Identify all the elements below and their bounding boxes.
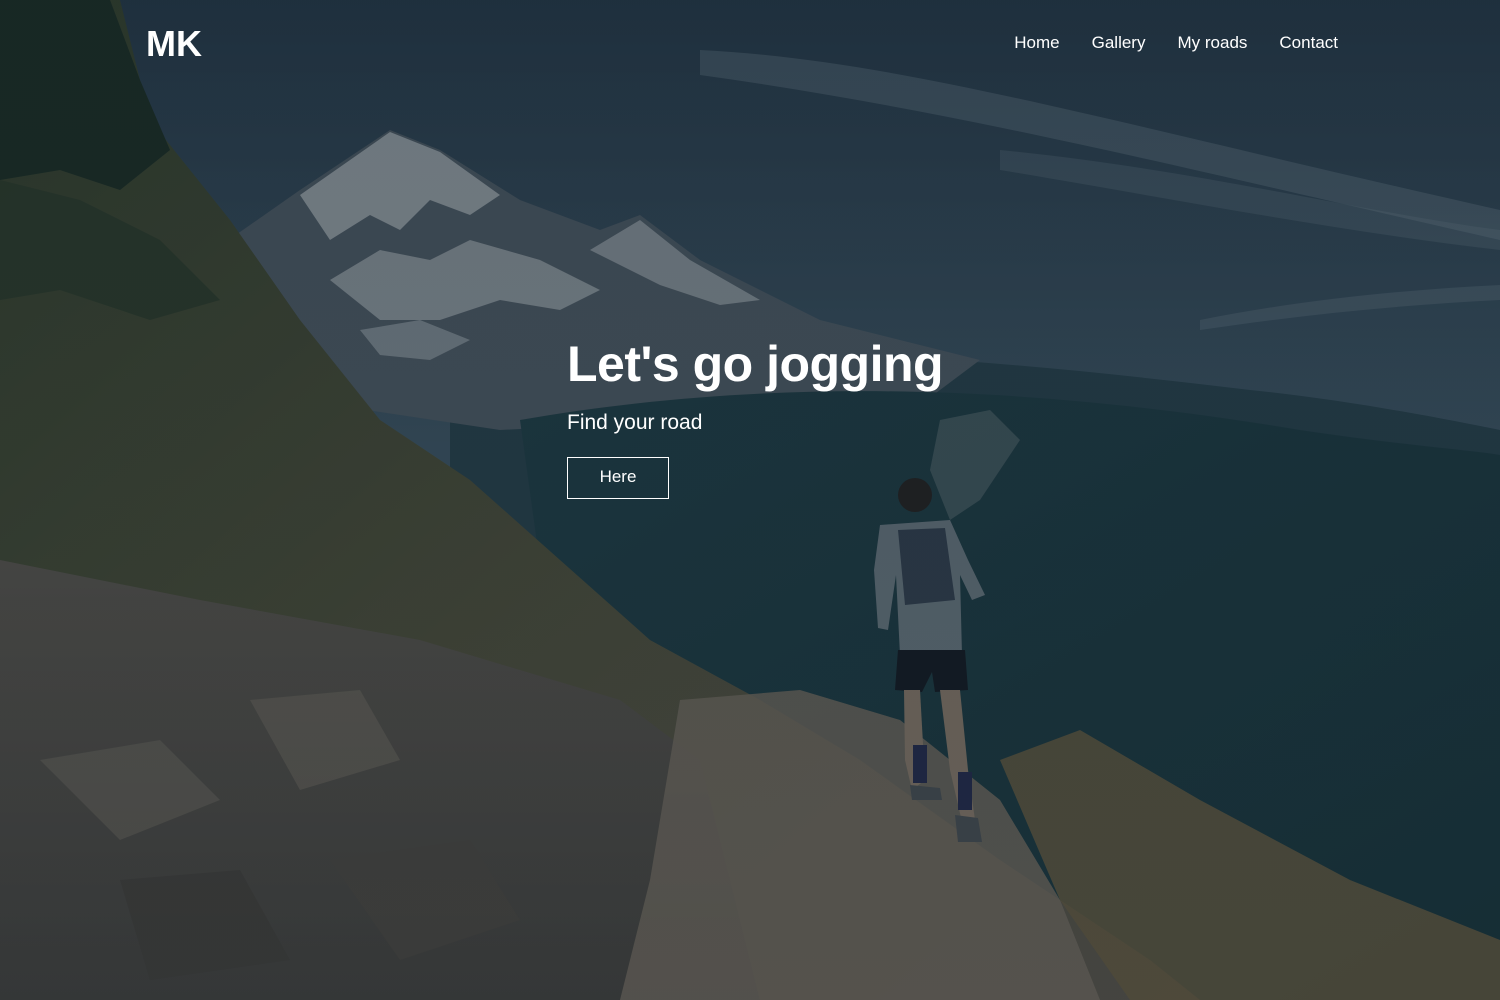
hero-background-image	[0, 0, 1500, 1000]
nav-link-gallery[interactable]: Gallery	[1092, 33, 1146, 52]
nav-item-home: Home	[1014, 32, 1059, 54]
nav-link-home[interactable]: Home	[1014, 33, 1059, 52]
nav-menu: Home Gallery My roads Contact	[1014, 32, 1338, 54]
nav-link-my-roads[interactable]: My roads	[1177, 33, 1247, 52]
nav-item-gallery: Gallery	[1092, 32, 1146, 54]
nav-link-contact[interactable]: Contact	[1279, 33, 1338, 52]
nav-item-contact: Contact	[1279, 32, 1338, 54]
brand-logo[interactable]: MK	[146, 24, 202, 64]
nav-item-my-roads: My roads	[1177, 32, 1247, 54]
here-button[interactable]: Here	[567, 457, 669, 499]
hero-section: MK Home Gallery My roads Contact Let's g…	[0, 0, 1500, 1000]
top-navigation: MK Home Gallery My roads Contact	[0, 0, 1500, 90]
hero-title: Let's go jogging	[567, 336, 944, 392]
hero-subtitle: Find your road	[567, 411, 703, 434]
